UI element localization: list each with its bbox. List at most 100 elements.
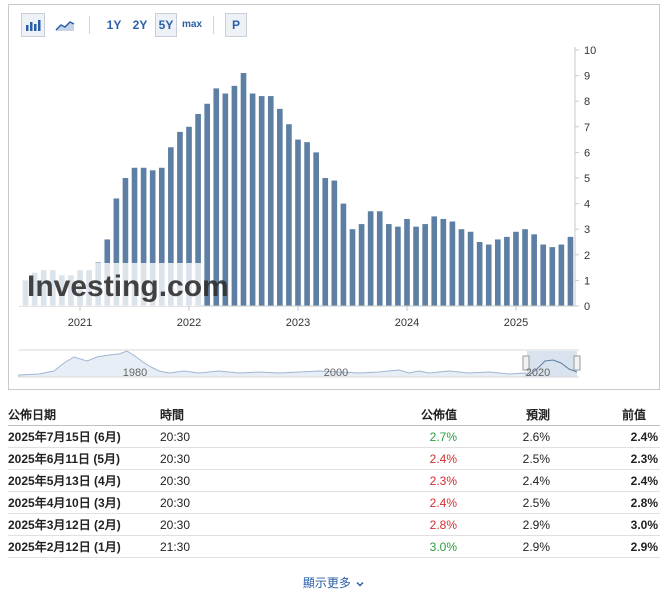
watermark-text: Investing.com xyxy=(27,270,229,303)
forecast-cell: 2.6% xyxy=(522,430,550,444)
y-tick-label: 0 xyxy=(584,301,590,313)
bar[interactable] xyxy=(404,218,410,306)
bar[interactable] xyxy=(449,221,456,306)
header-forecast[interactable]: 預測 xyxy=(526,404,550,426)
time-cell: 20:30 xyxy=(160,496,191,510)
table-row: 2025年2月12日 (1月) 21:30 3.0% 2.9% 2.9% xyxy=(8,536,660,558)
bar[interactable] xyxy=(286,124,292,307)
header-time[interactable]: 時間 xyxy=(160,404,184,426)
bar[interactable] xyxy=(485,244,492,306)
bar[interactable] xyxy=(567,236,574,306)
x-ticks-group: 2021 2022 2023 2024 2025 xyxy=(68,306,528,329)
bar[interactable] xyxy=(522,229,528,306)
previous-cell: 2.4% xyxy=(630,474,658,488)
navigator-year-label: 1980 xyxy=(123,367,147,379)
x-tick-label: 2023 xyxy=(286,317,310,329)
bar[interactable] xyxy=(440,218,447,306)
header-previous[interactable]: 前值 xyxy=(622,404,660,426)
bar[interactable] xyxy=(395,226,401,306)
bar[interactable] xyxy=(531,234,537,306)
release-date-cell: 2025年2月12日 (1月) xyxy=(8,540,121,554)
bar[interactable] xyxy=(458,229,465,306)
navigator[interactable]: 1980 2000 2020 xyxy=(18,349,581,379)
show-more-link[interactable]: 顯示更多 xyxy=(0,574,667,591)
actual-cell: 2.4% xyxy=(429,496,457,510)
bar[interactable] xyxy=(476,242,483,306)
bar[interactable] xyxy=(513,231,519,306)
chart-canvas: 0 1 2 3 4 5 6 7 8 9 10 2021 2022 2023 2024 2025 Invest… xyxy=(18,45,596,379)
table-row: 2025年6月11日 (5月) 20:30 2.4% 2.5% 2.3% xyxy=(8,448,660,470)
bar[interactable] xyxy=(258,96,265,306)
release-date-cell: 2025年6月11日 (5月) xyxy=(8,452,121,466)
bar[interactable] xyxy=(240,73,247,306)
y-tick-label: 9 xyxy=(584,71,590,83)
y-tick-label: 4 xyxy=(584,199,590,211)
y-tick-label: 7 xyxy=(584,122,590,134)
previous-cell: 2.4% xyxy=(630,430,658,444)
bar[interactable] xyxy=(376,211,383,306)
chevron-down-icon xyxy=(356,580,364,588)
navigator-right-handle[interactable] xyxy=(573,355,581,371)
header-actual[interactable]: 公佈值 xyxy=(421,404,457,426)
time-cell: 20:30 xyxy=(160,430,191,444)
watermark-logo: Investing.com xyxy=(19,263,229,306)
bar[interactable] xyxy=(304,142,310,306)
previous-cell: 2.3% xyxy=(630,452,658,466)
y-tick-label: 3 xyxy=(584,224,590,236)
bar[interactable] xyxy=(558,244,565,306)
forecast-cell: 2.5% xyxy=(522,452,550,466)
bar[interactable] xyxy=(322,178,329,306)
actual-cell: 2.8% xyxy=(429,518,457,532)
x-tick-label: 2024 xyxy=(395,317,419,329)
actual-cell: 2.3% xyxy=(429,474,457,488)
release-date-cell: 2025年4月10日 (3月) xyxy=(8,496,121,510)
time-cell: 20:30 xyxy=(160,474,191,488)
bar[interactable] xyxy=(494,239,501,306)
forecast-cell: 2.4% xyxy=(522,474,550,488)
bar[interactable] xyxy=(549,247,556,306)
release-date-cell: 2025年3月12日 (2月) xyxy=(8,518,121,532)
table-row: 2025年4月10日 (3月) 20:30 2.4% 2.5% 2.8% xyxy=(8,492,660,514)
release-date-cell: 2025年5月13日 (4月) xyxy=(8,474,121,488)
table-body: 2025年7月15日 (6月) 20:30 2.7% 2.6% 2.4% 2025年6月1… xyxy=(8,426,660,558)
bar[interactable] xyxy=(367,211,374,306)
bar[interactable] xyxy=(340,203,347,306)
bar[interactable] xyxy=(540,244,547,306)
navigator-year-label: 2000 xyxy=(324,367,348,379)
show-more-label[interactable]: 顯示更多 xyxy=(303,576,351,590)
bar[interactable] xyxy=(331,180,338,306)
bar[interactable] xyxy=(349,229,356,306)
y-tick-label: 8 xyxy=(584,96,590,108)
actual-cell: 2.7% xyxy=(429,430,457,444)
bar[interactable] xyxy=(431,216,438,306)
bar[interactable] xyxy=(386,224,392,306)
x-tick-label: 2022 xyxy=(177,317,201,329)
bar[interactable] xyxy=(313,152,319,306)
table-row: 2025年7月15日 (6月) 20:30 2.7% 2.6% 2.4% xyxy=(8,426,660,448)
bar[interactable] xyxy=(249,93,256,307)
table-row: 2025年3月12日 (2月) 20:30 2.8% 2.9% 3.0% xyxy=(8,514,660,536)
chart-panel: 1Y 2Y 5Y max P 0 1 2 3 4 5 6 7 8 9 10 2021 2022 2023… xyxy=(8,4,660,390)
forecast-cell: 2.9% xyxy=(522,540,550,554)
header-release-date[interactable]: 公佈日期 xyxy=(8,404,56,426)
table-row: 2025年5月13日 (4月) 20:30 2.3% 2.4% 2.4% xyxy=(8,470,660,492)
bar[interactable] xyxy=(413,226,419,306)
bar[interactable] xyxy=(295,139,301,306)
y-tick-label: 6 xyxy=(584,147,590,159)
y-ticks-group: 0 1 2 3 4 5 6 7 8 9 10 xyxy=(575,45,596,313)
bar[interactable] xyxy=(504,236,510,306)
bar[interactable] xyxy=(358,224,365,306)
actual-cell: 2.4% xyxy=(429,452,457,466)
y-tick-label: 1 xyxy=(584,275,590,287)
x-tick-label: 2021 xyxy=(68,317,92,329)
bar[interactable] xyxy=(267,96,274,306)
bar[interactable] xyxy=(422,224,428,306)
time-cell: 20:30 xyxy=(160,452,191,466)
previous-cell: 2.8% xyxy=(630,496,658,510)
bar[interactable] xyxy=(277,108,283,306)
y-tick-label: 2 xyxy=(584,250,590,262)
previous-cell: 3.0% xyxy=(630,518,658,532)
forecast-cell: 2.9% xyxy=(522,518,550,532)
bar[interactable] xyxy=(231,85,238,306)
bar[interactable] xyxy=(467,231,474,306)
